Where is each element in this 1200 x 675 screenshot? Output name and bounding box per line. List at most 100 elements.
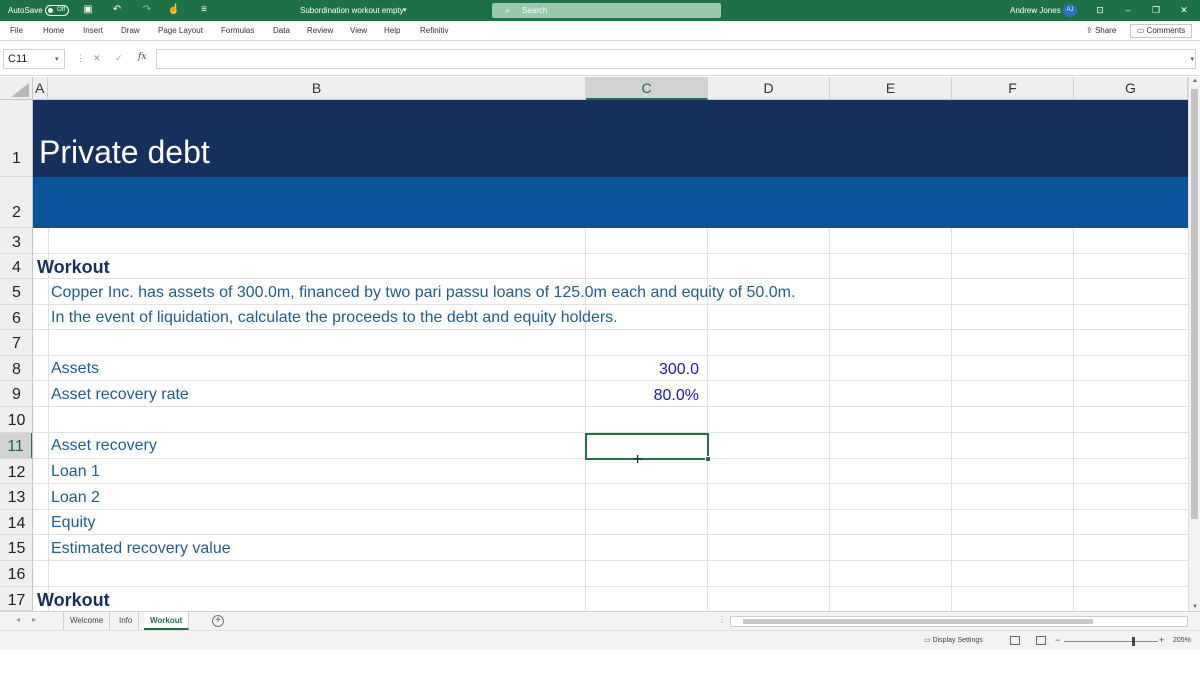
label-estimated-recovery-value: Estimated recovery value [51,540,231,557]
row-header-7[interactable]: 7 [0,330,32,356]
next-sheet-icon[interactable]: ▸ [32,615,36,624]
gridline [33,560,1188,561]
zoom-in-icon[interactable]: + [1159,635,1164,645]
active-cell-c11[interactable] [585,433,711,462]
ribbon-display-icon[interactable]: ⊡ [1086,0,1114,21]
display-settings-button[interactable]: ▭ Display Settings [924,636,983,644]
sheet-tab-info[interactable]: Info [113,612,140,630]
touch-mode-icon[interactable]: ☝ [167,3,181,17]
row-header-14[interactable]: 14 [0,510,32,535]
zoom-slider-handle[interactable] [1132,637,1135,646]
scroll-thumb[interactable] [743,619,1093,624]
tab-refinitiv[interactable]: Refinitiv [420,21,448,41]
autosave-label: AutoSave [8,6,43,15]
tab-insert[interactable]: Insert [83,21,103,41]
sheet-tab-welcome[interactable]: Welcome [63,612,111,630]
column-header-b[interactable]: B [48,77,586,100]
column-header-c[interactable]: C [586,77,708,100]
previous-sheet-icon[interactable]: ◂ [16,615,20,624]
zoom-slider[interactable] [1064,641,1158,642]
redo-icon[interactable]: ↷ [140,3,154,17]
row-header-8[interactable]: 8 [0,356,32,381]
insert-function-icon[interactable]: fx [138,52,146,62]
row-header-15[interactable]: 15 [0,535,32,561]
formula-bar: C11 ▾ ⋮ ✕ ✓ fx ▾ [0,41,1200,76]
section-heading: Workout [37,590,110,610]
description-line-2: In the event of liquidation, calculate t… [51,309,618,326]
gridline [951,228,952,611]
tab-draw[interactable]: Draw [121,21,140,41]
add-sheet-icon[interactable]: + [212,615,224,627]
row-header-2[interactable]: 2 [0,177,32,228]
row-header-9[interactable]: 9 [0,381,32,407]
row-header-11[interactable]: 11 [0,433,32,459]
autosave-toggle[interactable]: Off [45,5,69,16]
tab-help[interactable]: Help [384,21,400,41]
save-icon[interactable]: ▣ [81,3,95,17]
row-header-12[interactable]: 12 [0,459,32,484]
user-name[interactable]: Andrew Jones [1010,0,1061,21]
gridline [48,228,49,611]
tab-page-layout[interactable]: Page Layout [158,21,203,41]
vertical-scrollbar[interactable]: ▲ ▼ [1188,77,1200,611]
share-button[interactable]: ⇪ Share [1086,24,1116,38]
tab-formulas[interactable]: Formulas [221,21,254,41]
label-assets: Assets [51,360,100,377]
minimize-icon[interactable]: – [1114,0,1142,21]
row-header-16[interactable]: 16 [0,561,32,587]
close-icon[interactable]: ✕ [1170,0,1198,21]
select-all-button[interactable] [0,77,33,100]
horizontal-scrollbar[interactable] [730,616,1188,627]
scroll-thumb[interactable] [1191,89,1198,519]
row-header-5[interactable]: 5 [0,279,32,305]
enter-icon[interactable]: ✓ [115,53,123,64]
comments-button[interactable]: ▭ Comments [1130,24,1192,38]
worksheet-grid[interactable]: Private debt Workout Copper Inc. has ass… [33,100,1188,611]
fill-handle[interactable] [705,456,711,462]
tab-home[interactable]: Home [43,21,64,41]
tab-file[interactable]: File [10,21,23,41]
cancel-icon[interactable]: ✕ [93,53,101,64]
chevron-down-icon[interactable]: ▾ [403,0,407,21]
sheet-title: Private debt [39,134,210,170]
page-layout-view-icon[interactable] [1036,636,1046,645]
document-title[interactable]: Subordination workout empty [300,0,404,21]
tab-data[interactable]: Data [273,21,290,41]
label-loan-2: Loan 2 [51,489,100,506]
chevron-down-icon[interactable]: ▾ [55,55,59,63]
tab-review[interactable]: Review [307,21,333,41]
zoom-level[interactable]: 205% [1173,637,1191,644]
scroll-down-icon[interactable]: ▼ [1191,604,1199,610]
row-header-6[interactable]: 6 [0,305,32,330]
zoom-out-icon[interactable]: − [1055,635,1060,645]
row-header-13[interactable]: 13 [0,484,32,510]
restore-icon[interactable]: ❐ [1142,0,1170,21]
column-header-e[interactable]: E [830,77,952,100]
comment-icon: ▭ [1136,26,1147,35]
value-assets[interactable]: 300.0 [585,360,699,380]
scroll-up-icon[interactable]: ▲ [1191,78,1199,84]
sheet-tab-workout[interactable]: Workout [144,612,190,630]
normal-view-icon[interactable] [1010,636,1020,645]
search-input[interactable]: ⌕ Search [492,3,721,18]
row-header-4[interactable]: 4 [0,254,32,279]
row-header-3[interactable]: 3 [0,228,32,254]
avatar[interactable]: AJ [1063,4,1077,17]
gridline [33,509,1188,510]
section-heading: Workout [37,257,110,277]
row-header-10[interactable]: 10 [0,407,32,433]
column-header-d[interactable]: D [708,77,830,100]
undo-icon[interactable]: ↶ [110,3,124,17]
row-header-17[interactable]: 17 [0,587,32,611]
column-header-f[interactable]: F [952,77,1074,100]
row-header-1[interactable]: 1 [0,100,32,177]
formula-input[interactable] [156,49,1196,69]
tab-view[interactable]: View [350,21,367,41]
column-header-g[interactable]: G [1074,77,1188,100]
window-bottom [0,650,1200,675]
column-header-a[interactable]: A [33,77,48,100]
more-icon: ⋮ [718,615,726,624]
expand-formula-bar-icon[interactable]: ▾ [1190,55,1194,63]
value-asset-recovery-rate[interactable]: 80.0% [585,386,699,406]
customize-toolbar-icon[interactable]: ≡ [197,3,211,17]
